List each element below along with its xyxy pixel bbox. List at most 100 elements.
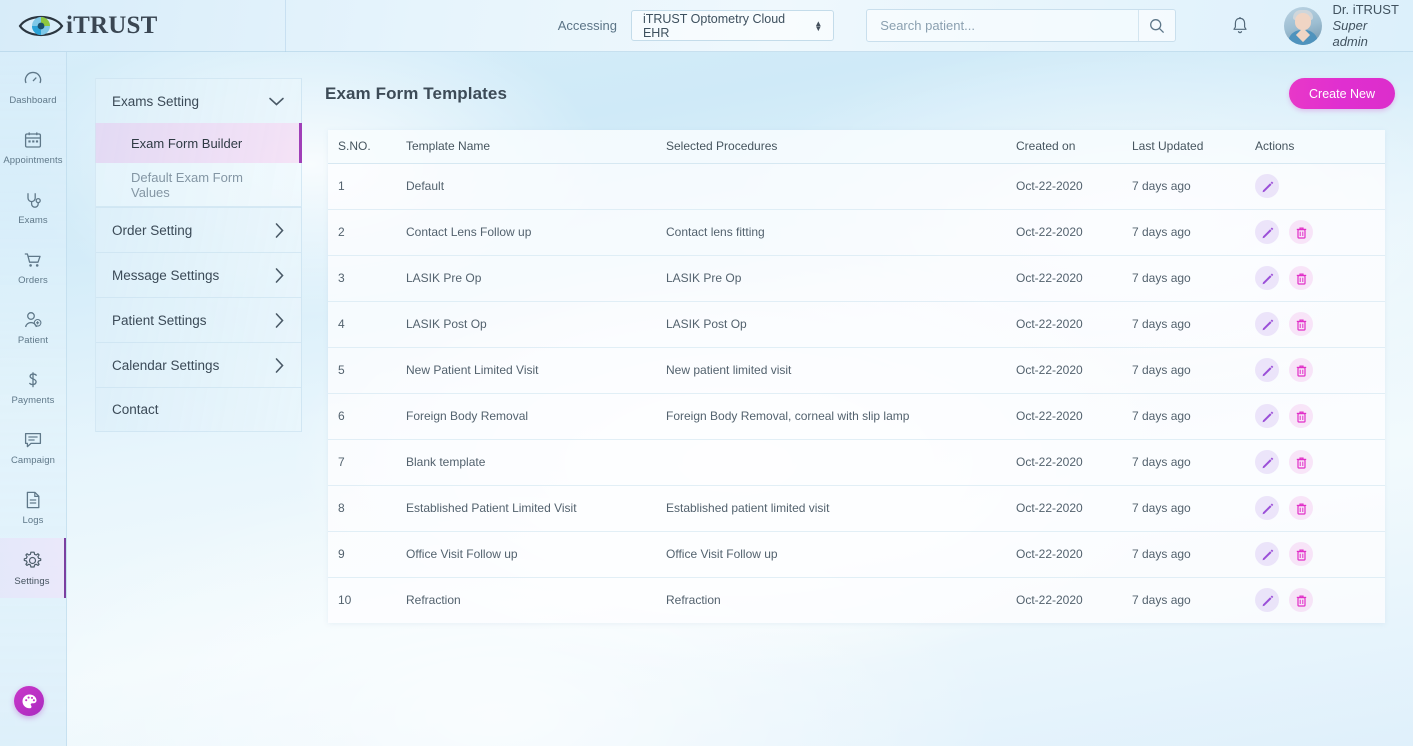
subnav-item-label: Exam Form Builder xyxy=(131,136,242,151)
organization-select[interactable]: iTRUST Optometry Cloud EHR ▲▼ xyxy=(631,10,834,41)
chevron-right-icon xyxy=(274,312,285,329)
sidebar-item-logs[interactable]: Logs xyxy=(0,478,66,538)
search-icon xyxy=(1149,18,1165,34)
page-title: Exam Form Templates xyxy=(325,84,507,104)
edit-template-button[interactable] xyxy=(1255,358,1279,382)
sidebar-item-label: Dashboard xyxy=(9,95,56,106)
brand-name: iTRUST xyxy=(66,12,158,40)
subnav-group-calendar-settings[interactable]: Calendar Settings xyxy=(95,342,302,387)
trash-icon xyxy=(1295,594,1308,607)
cell-actions xyxy=(1255,531,1385,577)
cell-actions xyxy=(1255,209,1385,255)
sidebar-item-label: Logs xyxy=(22,515,43,526)
cell-updated: 7 days ago xyxy=(1132,393,1255,439)
pencil-icon xyxy=(1261,180,1274,193)
delete-template-button[interactable] xyxy=(1289,312,1313,336)
sidebar-item-payments[interactable]: Payments xyxy=(0,358,66,418)
cell-sno: 3 xyxy=(328,255,406,301)
trash-icon xyxy=(1295,226,1308,239)
subnav-group-message-settings[interactable]: Message Settings xyxy=(95,252,302,297)
cell-updated: 7 days ago xyxy=(1132,163,1255,209)
trash-icon xyxy=(1295,272,1308,285)
cell-name: LASIK Pre Op xyxy=(406,255,666,301)
edit-template-button[interactable] xyxy=(1255,220,1279,244)
sidebar-item-patient[interactable]: Patient xyxy=(0,298,66,358)
edit-template-button[interactable] xyxy=(1255,542,1279,566)
table-row: 1DefaultOct-22-20207 days ago xyxy=(328,163,1385,209)
pencil-icon xyxy=(1261,594,1274,607)
cell-actions xyxy=(1255,485,1385,531)
chevron-down-icon xyxy=(268,96,285,107)
subnav-item-exam-form-builder[interactable]: Exam Form Builder xyxy=(95,123,302,163)
cell-sno: 8 xyxy=(328,485,406,531)
sidebar-item-label: Settings xyxy=(14,576,49,587)
organization-select-value: iTRUST Optometry Cloud EHR xyxy=(643,12,805,40)
pencil-icon xyxy=(1261,456,1274,469)
edit-template-button[interactable] xyxy=(1255,588,1279,612)
subnav-item-label: Contact xyxy=(112,402,159,417)
search-input[interactable] xyxy=(867,10,1138,41)
pencil-icon xyxy=(1261,364,1274,377)
cell-sno: 4 xyxy=(328,301,406,347)
table-row: 9Office Visit Follow upOffice Visit Foll… xyxy=(328,531,1385,577)
sidebar-item-campaign[interactable]: Campaign xyxy=(0,418,66,478)
subnav-group-label: Patient Settings xyxy=(112,313,207,328)
sidebar-item-dashboard[interactable]: Dashboard xyxy=(0,58,66,118)
sidebar-item-orders[interactable]: Orders xyxy=(0,238,66,298)
sidebar-item-label: Appointments xyxy=(3,155,62,166)
delete-template-button[interactable] xyxy=(1289,358,1313,382)
sidebar-item-settings[interactable]: Settings xyxy=(0,538,66,598)
cell-created: Oct-22-2020 xyxy=(1016,485,1132,531)
column-header-updated: Last Updated xyxy=(1132,130,1255,163)
cell-updated: 7 days ago xyxy=(1132,255,1255,301)
subnav-item-default-exam-form-values[interactable]: Default Exam Form Values xyxy=(95,163,302,207)
delete-template-button[interactable] xyxy=(1289,220,1313,244)
cell-sno: 6 xyxy=(328,393,406,439)
user-menu[interactable]: Dr. iTRUST Super admin xyxy=(1284,2,1413,50)
edit-template-button[interactable] xyxy=(1255,266,1279,290)
brand-logo[interactable]: iTRUST xyxy=(0,0,286,52)
delete-template-button[interactable] xyxy=(1289,542,1313,566)
delete-template-button[interactable] xyxy=(1289,450,1313,474)
cell-procedures: LASIK Post Op xyxy=(666,301,1016,347)
subnav-group-patient-settings[interactable]: Patient Settings xyxy=(95,297,302,342)
edit-template-button[interactable] xyxy=(1255,450,1279,474)
cell-sno: 10 xyxy=(328,577,406,623)
table-row: 8Established Patient Limited VisitEstabl… xyxy=(328,485,1385,531)
trash-icon xyxy=(1295,548,1308,561)
delete-template-button[interactable] xyxy=(1289,266,1313,290)
user-plus-icon xyxy=(23,310,43,330)
edit-template-button[interactable] xyxy=(1255,496,1279,520)
table-row: 10RefractionRefractionOct-22-20207 days … xyxy=(328,577,1385,623)
sidebar-item-exams[interactable]: Exams xyxy=(0,178,66,238)
table-row: 7Blank templateOct-22-20207 days ago xyxy=(328,439,1385,485)
subnav-group-order-setting[interactable]: Order Setting xyxy=(95,207,302,252)
subnav-item-contact[interactable]: Contact xyxy=(95,387,302,432)
theme-picker-button[interactable] xyxy=(14,686,44,716)
subnav-group-label: Exams Setting xyxy=(112,94,199,109)
sidebar-item-label: Campaign xyxy=(11,455,55,466)
cell-actions xyxy=(1255,347,1385,393)
cell-created: Oct-22-2020 xyxy=(1016,531,1132,577)
edit-template-button[interactable] xyxy=(1255,174,1279,198)
delete-template-button[interactable] xyxy=(1289,588,1313,612)
cart-icon xyxy=(23,250,43,270)
subnav-group-exams-setting[interactable]: Exams Setting xyxy=(95,78,302,123)
create-new-button[interactable]: Create New xyxy=(1289,78,1395,109)
cell-name: Blank template xyxy=(406,439,666,485)
cell-procedures: Contact lens fitting xyxy=(666,209,1016,255)
cell-created: Oct-22-2020 xyxy=(1016,393,1132,439)
cell-created: Oct-22-2020 xyxy=(1016,209,1132,255)
edit-template-button[interactable] xyxy=(1255,404,1279,428)
delete-template-button[interactable] xyxy=(1289,404,1313,428)
patient-search xyxy=(866,9,1176,42)
search-button[interactable] xyxy=(1138,10,1175,41)
sidebar-item-appointments[interactable]: Appointments xyxy=(0,118,66,178)
edit-template-button[interactable] xyxy=(1255,312,1279,336)
notifications-button[interactable] xyxy=(1228,13,1253,39)
top-header: iTRUST Accessing iTRUST Optometry Cloud … xyxy=(0,0,1413,52)
column-header-sno: S.NO. xyxy=(328,130,406,163)
cell-procedures xyxy=(666,439,1016,485)
delete-template-button[interactable] xyxy=(1289,496,1313,520)
trash-icon xyxy=(1295,456,1308,469)
